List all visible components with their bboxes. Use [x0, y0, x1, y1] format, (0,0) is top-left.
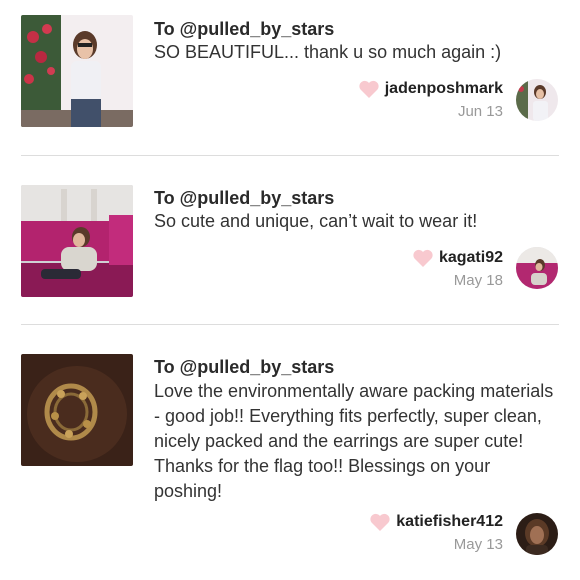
author-avatar[interactable] [516, 247, 558, 289]
avatar-photo-icon [516, 247, 558, 289]
author-row: kagati92 [412, 246, 503, 270]
recipient-line: To @pulled_by_stars [154, 188, 335, 208]
recipient-line: To @pulled_by_stars [154, 357, 335, 377]
note-message: SO BEAUTIFUL... thank u so much again :) [154, 42, 502, 62]
love-note-2: To @pulled_by_stars So cute and unique, … [0, 156, 580, 324]
recipient-line: To @pulled_by_stars [154, 19, 335, 39]
author-username[interactable]: jadenposhmark [385, 80, 503, 98]
author-avatar[interactable] [516, 79, 558, 121]
author-avatar[interactable] [516, 513, 558, 555]
photo-girl-roses-icon [21, 15, 133, 127]
heart-icon[interactable] [369, 512, 391, 532]
note-thumbnail[interactable] [21, 185, 133, 297]
note-thumbnail[interactable] [21, 354, 133, 466]
author-row: jadenposhmark [358, 77, 503, 101]
photo-gold-earring-icon [21, 354, 133, 466]
note-date: May 18 [453, 272, 503, 289]
note-date: May 13 [453, 536, 503, 553]
author-username[interactable]: kagati92 [439, 249, 503, 267]
love-note-1: To @pulled_by_stars SO BEAUTIFUL... than… [0, 0, 580, 150]
author-row: katiefisher412 [369, 510, 503, 534]
avatar-photo-icon [516, 513, 558, 555]
love-note-3: To @pulled_by_stars Love the environment… [0, 325, 580, 580]
avatar-photo-icon [516, 79, 558, 121]
heart-icon[interactable] [412, 248, 434, 268]
love-notes-feed: To @pulled_by_stars SO BEAUTIFUL... than… [0, 0, 580, 580]
photo-pink-chairs-icon [21, 185, 133, 297]
note-thumbnail[interactable] [21, 15, 133, 127]
note-message: Love the environmentally aware packing m… [154, 381, 554, 501]
heart-icon[interactable] [358, 79, 380, 99]
author-username[interactable]: katiefisher412 [396, 513, 503, 531]
note-date: Jun 13 [457, 103, 503, 120]
note-message: So cute and unique, can’t wait to wear i… [154, 211, 478, 231]
